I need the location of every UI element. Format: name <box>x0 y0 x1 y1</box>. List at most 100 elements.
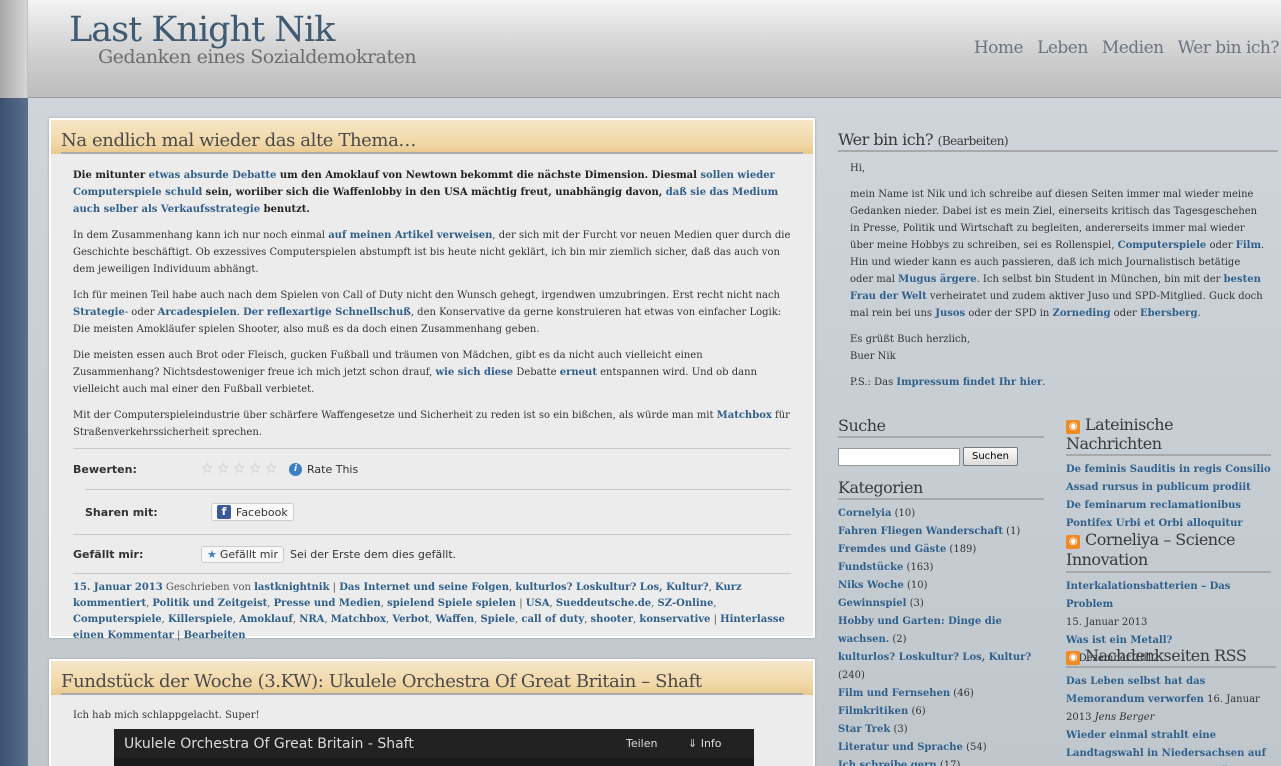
rss-item-link[interactable]: De feminarum reclamationibus <box>1066 497 1271 515</box>
rss-item-link[interactable]: Interkalationsbatterien – Das Problem <box>1066 581 1230 610</box>
inline-link[interactable]: erneut <box>560 367 597 378</box>
video-title[interactable]: Ukulele Orchestra Of Great Britain - Sha… <box>124 736 626 752</box>
facebook-share-button[interactable]: f Facebook <box>211 503 294 521</box>
inline-link[interactable]: Das Internet und seine Folgen <box>339 582 509 593</box>
inline-link[interactable]: Computerspiele <box>1118 240 1207 251</box>
inline-link[interactable]: Spiele <box>480 614 515 625</box>
inline-link[interactable]: shooter <box>591 614 634 625</box>
post-title[interactable]: Fundstück der Woche (3.KW): Ukulele Orch… <box>61 671 803 695</box>
category-item: Star Trek (3) <box>838 721 1044 739</box>
category-count: (240) <box>838 670 865 681</box>
inline-link[interactable]: Arcadespielen <box>158 307 237 318</box>
category-link[interactable]: Niks Woche <box>838 580 904 591</box>
inline-link[interactable]: Zorneding <box>1053 308 1111 319</box>
inline-link[interactable]: Matchbox <box>331 614 386 625</box>
inline-link[interactable]: Der reflexartige Schnellschuß <box>243 307 411 318</box>
inline-link[interactable]: Impressum findet Ihr hier <box>896 377 1042 388</box>
rate-this-label[interactable]: Rate This <box>307 463 358 476</box>
video-info-label: Info <box>700 737 722 750</box>
nav-wer-bin-ich[interactable]: Wer bin ich? <box>1178 38 1280 58</box>
category-link[interactable]: Cornelyia <box>838 508 891 519</box>
post-article: Na endlich mal wieder das alte Thema… Di… <box>49 118 815 641</box>
inline-link[interactable]: Strategie <box>73 307 125 318</box>
category-item: Fundstücke (163) <box>838 559 1044 577</box>
inline-link[interactable]: call of duty <box>521 614 584 625</box>
rss-icon[interactable]: ◉ <box>1066 535 1080 549</box>
category-link[interactable]: Ich schreibe gern <box>838 760 937 766</box>
nav-medien[interactable]: Medien <box>1102 38 1164 58</box>
inline-link[interactable]: SZ-Online <box>657 598 713 609</box>
category-link[interactable]: Fremdes und Gäste <box>838 544 946 555</box>
inline-link[interactable]: 15. Januar 2013 <box>73 582 163 593</box>
inline-link[interactable]: Amoklauf <box>239 614 293 625</box>
category-link[interactable]: Filmkritiken <box>838 706 908 717</box>
inline-link[interactable]: spielend Spiele spielen <box>387 598 516 609</box>
inline-link[interactable]: wie sich diese <box>435 367 513 378</box>
star-icon[interactable]: ☆ <box>201 462 215 476</box>
about-edit-link[interactable]: (Bearbeiten) <box>938 134 1009 148</box>
rating-stars[interactable]: ☆ ☆ ☆ ☆ ☆ <box>201 462 279 476</box>
inline-link[interactable]: Ebersberg <box>1140 308 1198 319</box>
about-body: Hi, mein Name ist Nik und ich schreibe a… <box>838 152 1278 391</box>
post-title[interactable]: Na endlich mal wieder das alte Thema… <box>61 130 803 154</box>
category-count: (189) <box>946 544 977 555</box>
star-icon[interactable]: ☆ <box>217 462 231 476</box>
inline-link[interactable]: auf meinen Artikel verweisen <box>328 230 492 241</box>
rss-title-text[interactable]: Corneliya – Science Innovation <box>1066 530 1236 569</box>
rss-icon[interactable]: ◉ <box>1066 420 1080 434</box>
inline-link[interactable]: Computerspiele <box>73 614 162 625</box>
rss-title-text[interactable]: Lateinische Nachrichten <box>1066 415 1174 453</box>
info-icon[interactable]: i <box>289 462 302 476</box>
inline-link[interactable]: NRA <box>299 614 324 625</box>
inline-link[interactable]: etwas absurde Debatte <box>149 170 277 181</box>
category-item: Film und Fernsehen (46) <box>838 685 1044 703</box>
search-input[interactable] <box>838 447 960 466</box>
inline-link[interactable]: Bearbeiten <box>184 630 246 641</box>
nav-home[interactable]: Home <box>974 38 1024 58</box>
inline-link[interactable]: Jusos <box>935 308 965 319</box>
inline-link[interactable]: Matchbox <box>717 410 772 421</box>
video-share-button[interactable]: Teilen <box>626 737 688 750</box>
inline-link[interactable]: Verbot <box>392 614 429 625</box>
rss-item-link[interactable]: Das Leben selbst hat das Memorandum verw… <box>1066 676 1205 705</box>
inline-link[interactable]: kulturlos? Loskultur? Los, Kultur? <box>515 582 708 593</box>
like-button[interactable]: ★ Gefällt mir <box>201 545 284 563</box>
category-link[interactable]: Gewinnspiel <box>838 598 906 609</box>
category-link[interactable]: Star Trek <box>838 724 890 735</box>
category-link[interactable]: Film und Fernsehen <box>838 688 950 699</box>
category-link[interactable]: kulturlos? Loskultur? Los, Kultur? <box>838 652 1031 663</box>
nav-leben[interactable]: Leben <box>1037 38 1088 58</box>
star-icon[interactable]: ☆ <box>265 462 279 476</box>
inline-link[interactable]: lastknightnik <box>254 582 329 593</box>
rss-item-link[interactable]: Was ist ein Metall? <box>1066 635 1172 646</box>
category-link[interactable]: Hobby und Garten: Dinge die wachsen. <box>838 616 1002 645</box>
inline-link[interactable]: Mugus ärgere <box>898 274 976 285</box>
category-count: (54) <box>962 742 987 753</box>
rss-icon[interactable]: ◉ <box>1066 651 1080 665</box>
category-link[interactable]: Fahren Fliegen Wanderschaft <box>838 526 1003 537</box>
video-info-button[interactable]: ⇓ Info <box>688 737 754 750</box>
rss-item-link[interactable]: Wieder einmal strahlt eine Landtagswahl … <box>1066 730 1266 766</box>
inline-link[interactable]: USA <box>526 598 550 609</box>
site-title[interactable]: Last Knight Nik <box>69 10 335 50</box>
category-count: (3) <box>890 724 908 735</box>
inline-link[interactable]: Sueddeutsche.de <box>556 598 651 609</box>
category-count: (6) <box>908 706 926 717</box>
inline-link[interactable]: Film <box>1236 240 1261 251</box>
rss-item-link[interactable]: De feminis Sauditis in regis Consilio <box>1066 461 1271 479</box>
category-link[interactable]: Literatur und Sprache <box>838 742 963 753</box>
category-link[interactable]: Fundstücke <box>838 562 903 573</box>
video-player[interactable]: Ukulele Orchestra Of Great Britain - Sha… <box>114 729 754 766</box>
search-button[interactable]: Suchen <box>963 447 1019 466</box>
inline-link[interactable]: konservative <box>639 614 710 625</box>
rss-item-link[interactable]: Assad rursus in publicum prodiit <box>1066 479 1271 497</box>
star-icon[interactable]: ☆ <box>249 462 263 476</box>
inline-link[interactable]: Waffen <box>435 614 474 625</box>
rss-item: Interkalationsbatterien – Das Problem 15.… <box>1066 578 1271 632</box>
rss-title-text[interactable]: Nachdenkseiten RSS <box>1085 646 1247 665</box>
like-label: Gefällt mir: <box>73 547 144 561</box>
inline-link[interactable]: Politik und Zeitgeist <box>152 598 267 609</box>
inline-link[interactable]: Killerspiele <box>168 614 233 625</box>
inline-link[interactable]: Presse und Medien <box>274 598 381 609</box>
star-icon[interactable]: ☆ <box>233 462 247 476</box>
